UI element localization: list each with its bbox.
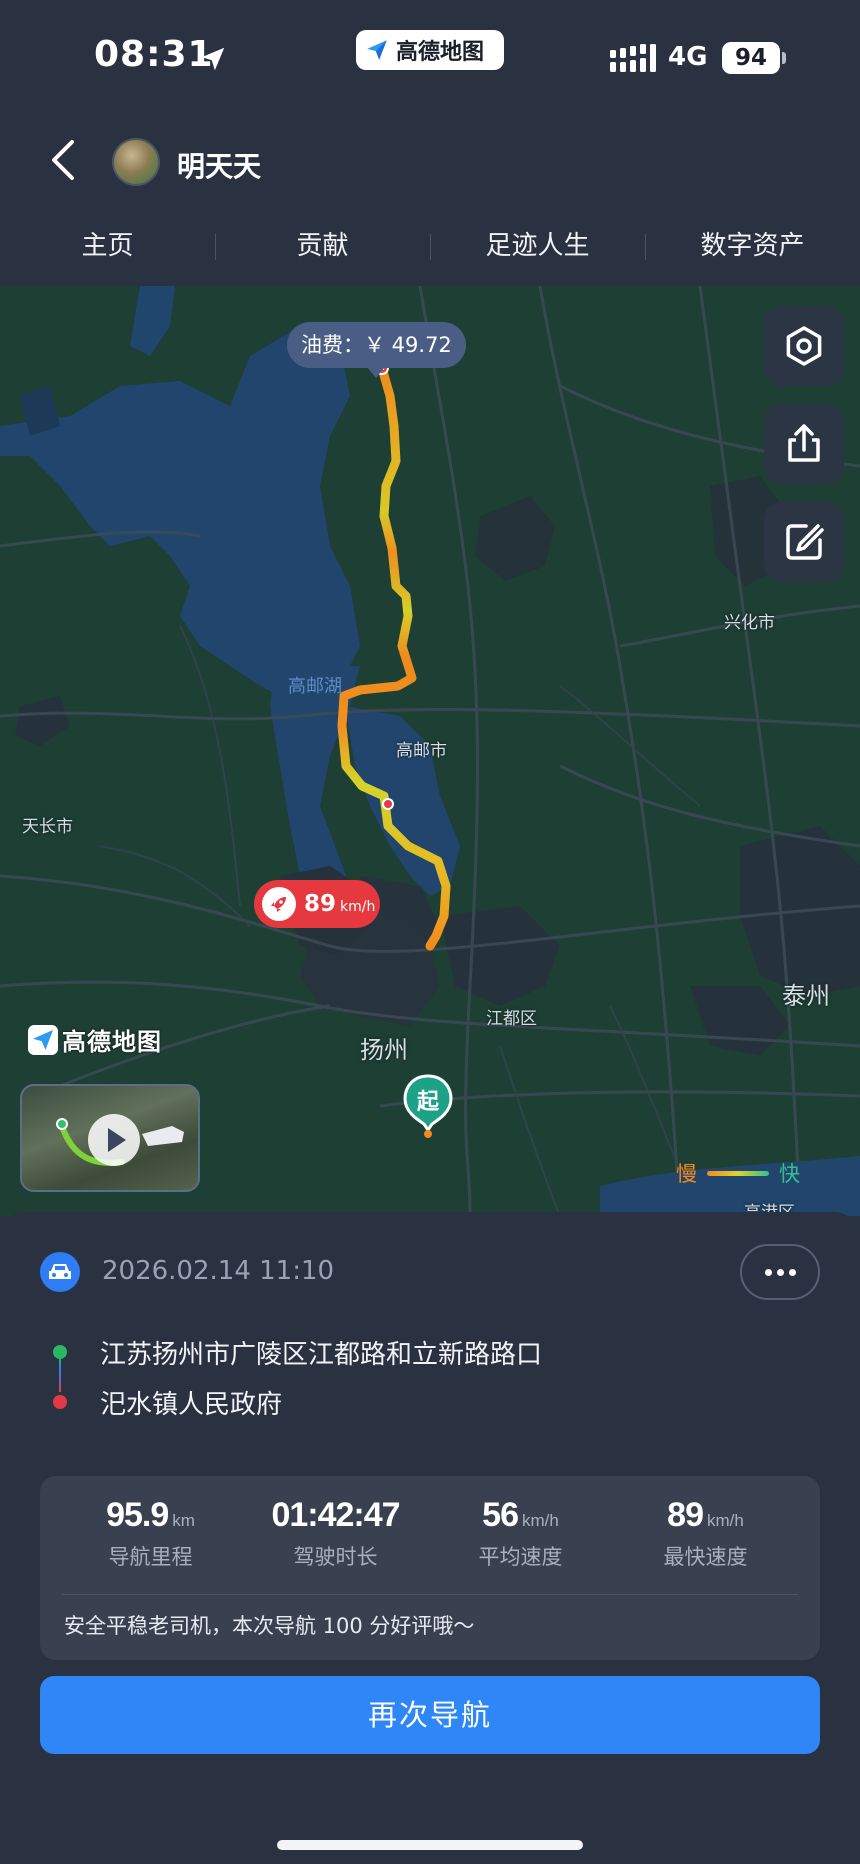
trip-stats-card: 95.9 km 导航里程 01:42:47 驾驶时长 56 km/h 平均速度 89… (40, 1476, 820, 1660)
avatar[interactable] (112, 138, 160, 186)
stat-avg-speed: 56 km/h 平均速度 (428, 1496, 613, 1571)
edit-icon (786, 524, 824, 560)
more-dot (764, 1268, 772, 1276)
map-label-tianchang: 天长市 (22, 817, 73, 837)
speed-legend: 慢 快 (676, 1158, 800, 1188)
map-label-jiangdu: 江都区 (486, 1009, 537, 1029)
stat-max-speed: 89 km/h 最快速度 (613, 1496, 798, 1571)
status-bar: 08:31 高德地图 4G 94 (0, 0, 860, 110)
network-type: 4G (668, 42, 708, 72)
tab-contribution[interactable]: 贡献 (215, 210, 430, 286)
profile-header: 明天天 (0, 110, 860, 210)
origin-address: 江苏扬州市广陵区江都路和立新路路口 (100, 1340, 543, 1370)
stats-divider (62, 1594, 798, 1595)
more-dot (776, 1268, 784, 1276)
home-indicator[interactable] (277, 1840, 583, 1850)
legend-fast: 快 (779, 1162, 800, 1186)
destination-address: 汜水镇人民政府 (100, 1390, 283, 1420)
back-button[interactable] (40, 132, 86, 188)
play-icon[interactable] (88, 1114, 140, 1166)
more-options-button[interactable] (740, 1244, 820, 1300)
share-icon (788, 424, 820, 462)
stat-distance-label: 导航里程 (108, 1545, 193, 1569)
profile-tabs: 主页 贡献 足迹人生 数字资产 (0, 210, 860, 286)
legend-slow: 慢 (676, 1162, 697, 1186)
tab-home[interactable]: 主页 (0, 210, 215, 286)
map-label-taizhou: 泰州 (782, 982, 830, 1010)
edit-button[interactable] (764, 502, 844, 582)
map-label-gaoyou-lake: 高邮湖 (288, 676, 342, 697)
stat-max-speed-label: 最快速度 (663, 1545, 748, 1569)
stat-avg-speed-unit: km/h (521, 1511, 559, 1530)
max-speed-value: 89 (304, 891, 337, 917)
destination-dot (53, 1395, 67, 1409)
stat-distance-value: 95.9 (106, 1496, 169, 1534)
fuel-cost-bubble: 油费：￥ 49.72 (287, 322, 466, 378)
amap-badge-label: 高德地图 (396, 40, 485, 65)
share-button[interactable] (764, 404, 844, 484)
map-label-yangzhou: 扬州 (360, 1036, 408, 1064)
location-arrow-icon (201, 47, 225, 71)
map-label-gaoyou-city: 高邮市 (396, 741, 447, 761)
stat-max-speed-unit: km/h (706, 1511, 744, 1530)
stat-duration: 01:42:47 驾驶时长 (243, 1496, 428, 1571)
max-speed-tag: 89 km/h (254, 880, 380, 928)
stat-duration-label: 驾驶时长 (293, 1545, 378, 1569)
stat-distance: 95.9 km 导航里程 (58, 1496, 243, 1571)
status-time: 08:31 (94, 34, 214, 75)
route-map[interactable]: 油费：￥ 49.72 高邮湖 高邮市 兴化市 天长市 江都区 扬州 泰州 高港区 (0, 286, 860, 1216)
start-marker: 起 (402, 1074, 454, 1138)
rocket-icon (262, 887, 296, 921)
map-label-xinghua: 兴化市 (724, 613, 775, 633)
max-speed-unit: km/h (340, 899, 376, 915)
stat-max-speed-value: 89 (667, 1496, 704, 1534)
start-marker-label: 起 (416, 1090, 439, 1115)
origin-dot (53, 1345, 67, 1359)
stat-duration-value: 01:42:47 (271, 1496, 400, 1534)
amap-logo-icon (28, 1024, 58, 1055)
tab-footprints[interactable]: 足迹人生 (430, 210, 645, 286)
map-settings-button[interactable] (764, 306, 844, 386)
stats-row: 95.9 km 导航里程 01:42:47 驾驶时长 56 km/h 平均速度 89… (40, 1496, 820, 1571)
navigate-again-button[interactable]: 再次导航 (40, 1676, 820, 1754)
battery-indicator: 94 (722, 42, 780, 74)
settings-icon (786, 326, 822, 366)
tab-digital-assets[interactable]: 数字资产 (645, 210, 860, 286)
more-dot (788, 1268, 796, 1276)
stat-avg-speed-label: 平均速度 (478, 1545, 563, 1569)
trip-comment: 安全平稳老司机，本次导航 100 分好评哦～ (64, 1614, 475, 1638)
battery-tip (782, 52, 786, 64)
trip-detail-sheet: 2026.02.14 11:10 江苏扬州市广陵区江都路和立新路路口 汜水镇人民… (0, 1212, 860, 1864)
trip-datetime: 2026.02.14 11:10 (102, 1256, 335, 1286)
amap-watermark-text: 高德地图 (62, 1028, 162, 1056)
amap-app-badge[interactable]: 高德地图 (356, 30, 504, 70)
signal-icon (610, 44, 656, 72)
route-replay-thumbnail[interactable] (20, 1084, 200, 1192)
car-icon (40, 1252, 80, 1292)
stat-avg-speed-value: 56 (482, 1496, 519, 1534)
amap-watermark: 高德地图 (28, 1022, 162, 1057)
legend-gradient-bar (707, 1170, 769, 1176)
chevron-left-icon (52, 140, 74, 180)
stat-distance-unit: km (172, 1511, 195, 1530)
username: 明天天 (177, 150, 262, 183)
amap-logo-icon (367, 40, 387, 60)
